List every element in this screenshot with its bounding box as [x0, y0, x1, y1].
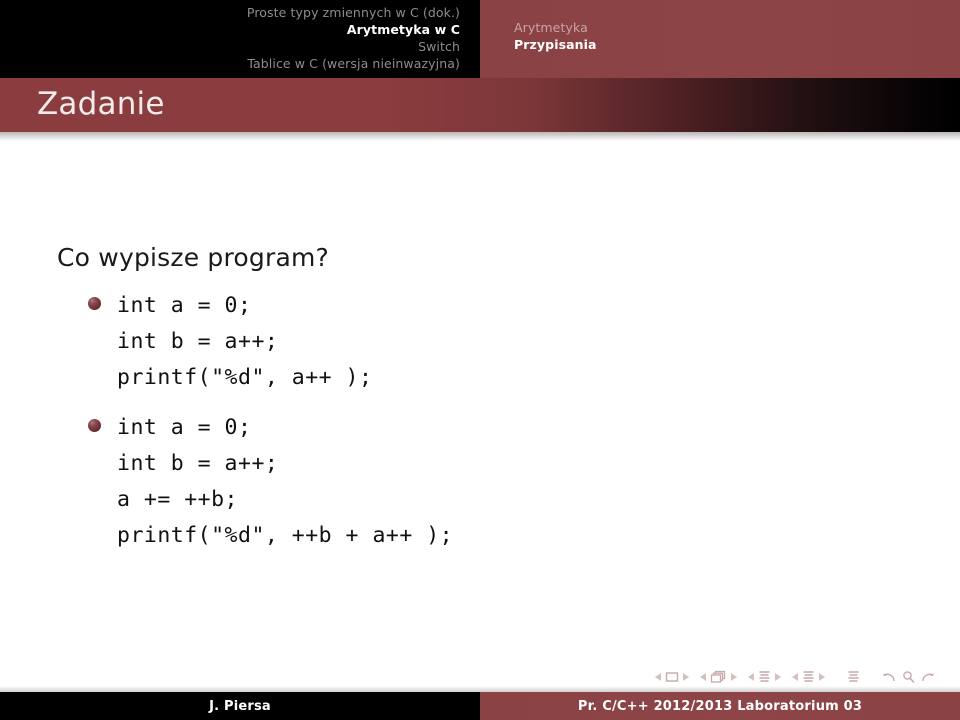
code-block-list: int a = 0; int b = a++; printf("%d", a++… [0, 288, 900, 568]
frame-title: Zadanie [37, 86, 165, 122]
code-line: int b = a++; [117, 329, 279, 354]
prev-section-icon[interactable] [792, 673, 798, 681]
section-navigation-panel: Proste typy zmiennych w C (dok.) Arytmet… [0, 0, 480, 78]
code-line: a += ++b; [117, 487, 238, 512]
code-block-item: int a = 0; int b = a++; printf("%d", a++… [0, 288, 900, 396]
frame-icon[interactable] [710, 670, 727, 684]
forward-icon[interactable] [920, 670, 935, 684]
slide-icon[interactable] [665, 671, 679, 683]
document-icon[interactable] [847, 670, 860, 684]
section-nav-item-active[interactable]: Arytmetyka w C [347, 21, 460, 38]
headline-navigation-bar: Proste typy zmiennych w C (dok.) Arytmet… [0, 0, 960, 78]
section-nav-item[interactable]: Proste typy zmiennych w C (dok.) [247, 4, 460, 21]
frame-navigation-group[interactable] [700, 670, 737, 684]
code-line: int a = 0; [117, 293, 252, 318]
code-block-item: int a = 0; int b = a++; a += ++b; printf… [0, 410, 900, 554]
section-nav-item[interactable]: Tablice w C (wersja nieinwazyjna) [247, 55, 460, 72]
code-line: printf("%d", ++b + a++ ); [117, 523, 454, 548]
subsection-icon[interactable] [758, 670, 771, 684]
next-section-icon[interactable] [819, 673, 825, 681]
subsection-navigation-panel: Arytmetyka Przypisania [480, 0, 960, 78]
subsection-nav-item[interactable]: Arytmetyka [514, 19, 588, 36]
question-text: Co wypisze program? [57, 243, 330, 272]
section-navigation-group[interactable] [792, 670, 825, 684]
slide-navigation-group[interactable] [655, 671, 689, 683]
history-navigation-group[interactable] [882, 670, 935, 684]
prev-subsection-icon[interactable] [748, 673, 754, 681]
next-subsection-icon[interactable] [775, 673, 781, 681]
bullet-icon [88, 297, 101, 310]
code-line: printf("%d", a++ ); [117, 365, 373, 390]
back-icon[interactable] [882, 670, 897, 684]
subsection-navigation-group[interactable] [748, 670, 781, 684]
document-navigation-group[interactable] [847, 670, 860, 684]
prev-slide-icon[interactable] [655, 673, 661, 681]
footer-author-cell: J. Piersa [0, 692, 480, 720]
slide-content: Co wypisze program? int a = 0; int b = a… [0, 140, 960, 650]
next-frame-icon[interactable] [731, 673, 737, 681]
code-line: int b = a++; [117, 451, 279, 476]
section-icon[interactable] [802, 670, 815, 684]
code-line: int a = 0; [117, 415, 252, 440]
section-nav-item[interactable]: Switch [418, 38, 460, 55]
beamer-navigation-symbols[interactable] [655, 666, 946, 688]
footline: J. Piersa Pr. C/C++ 2012/2013 Laboratori… [0, 692, 960, 720]
find-icon[interactable] [901, 670, 916, 684]
footer-title-cell: Pr. C/C++ 2012/2013 Laboratorium 03 [480, 692, 960, 720]
footer-author: J. Piersa [209, 698, 271, 714]
subsection-nav-item-active[interactable]: Przypisania [514, 36, 597, 53]
prev-frame-icon[interactable] [700, 673, 706, 681]
bullet-icon [88, 419, 101, 432]
footer-title: Pr. C/C++ 2012/2013 Laboratorium 03 [577, 698, 863, 714]
next-slide-icon[interactable] [683, 673, 689, 681]
